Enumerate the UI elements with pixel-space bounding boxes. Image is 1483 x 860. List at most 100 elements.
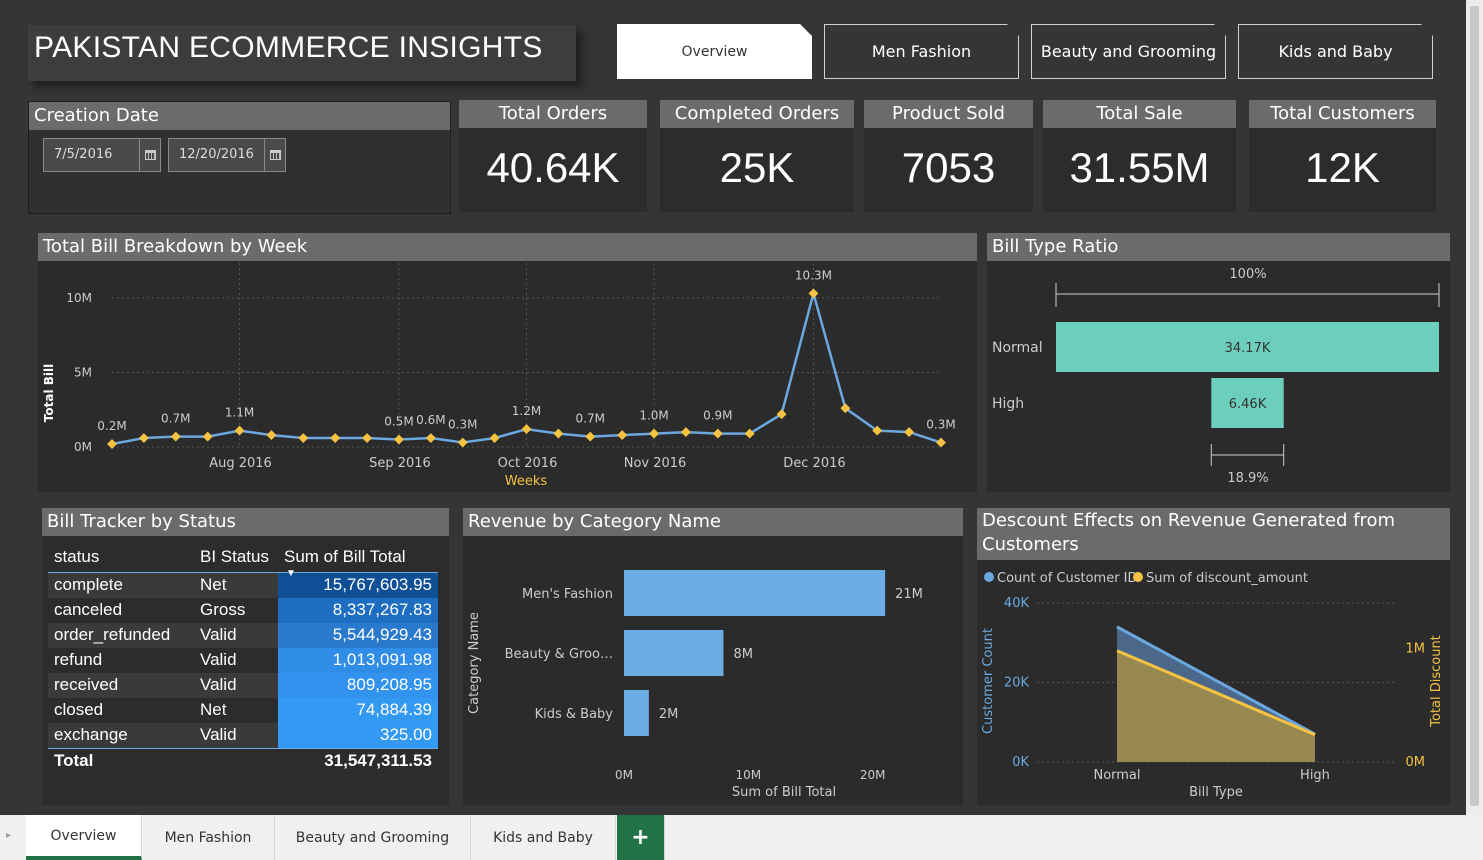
y-tick-label: 10M: [66, 291, 92, 305]
data-point: [170, 431, 181, 442]
scrollbar-thumb[interactable]: [1470, 6, 1479, 806]
sheet-tab-overview[interactable]: Overview: [26, 815, 142, 860]
column-header-status[interactable]: status: [48, 542, 194, 572]
x-tick-label: Dec 2016: [783, 456, 845, 471]
bill-total-cell: 15,767,603.95: [278, 572, 438, 598]
table-row[interactable]: received Valid 809,208.95: [48, 672, 438, 698]
data-label: 0.6M: [416, 413, 445, 427]
y2-axis-title: Total Discount: [1429, 635, 1444, 728]
y-tick-label: 40K: [1004, 596, 1030, 611]
end-date-input[interactable]: 12/20/2016: [168, 138, 286, 172]
bill-total-cell: 809,208.95: [278, 672, 438, 698]
bar-value-label: 21M: [895, 587, 923, 602]
y-axis-title: Customer Count: [981, 628, 996, 734]
bill-type-ratio-svg: 100% 18.9% 34.17K Normal 6.46K High: [992, 267, 1440, 486]
kpi-card-completed-orders: Completed Orders 25K: [660, 100, 854, 212]
table-row[interactable]: closed Net 74,884.39: [48, 697, 438, 723]
kpi-value: 40.64K: [486, 144, 620, 191]
nav-men-fashion-button[interactable]: Men Fashion: [824, 24, 1019, 79]
column-header-sum-bill-total[interactable]: Sum of Bill Total ▼: [278, 542, 438, 579]
add-sheet-button[interactable]: +: [617, 815, 665, 860]
bar-value-label: 2M: [659, 707, 679, 722]
category-bar: [624, 630, 724, 676]
legend-label: Sum of discount_amount: [1146, 571, 1308, 586]
data-label: 10.3M: [795, 268, 832, 282]
status-cell: canceled: [54, 600, 123, 619]
scroll-left-icon[interactable]: ▸: [6, 830, 11, 841]
data-point: [266, 430, 277, 441]
data-label: 0.3M: [926, 418, 955, 432]
x-tick-label: Sep 2016: [369, 456, 431, 471]
category-label: Normal: [992, 340, 1043, 356]
x-tick-label: 0M: [615, 768, 633, 782]
discount-effects-svg: Count of Customer ID Sum of discount_amo…: [981, 571, 1444, 800]
calendar-icon[interactable]: [264, 139, 285, 171]
data-point: [457, 437, 468, 448]
end-date-value: 12/20/2016: [179, 147, 254, 162]
bi-status-cell: Net: [200, 700, 227, 719]
calendar-icon[interactable]: [139, 139, 160, 171]
ratio-bottom-label: 18.9%: [1227, 471, 1268, 486]
status-cell: complete: [54, 575, 123, 594]
report-canvas: PAKISTAN ECOMMERCE INSIGHTS Overview Men…: [0, 0, 1466, 815]
status-cell: refund: [54, 650, 103, 669]
table-row[interactable]: complete Net 15,767,603.95: [48, 572, 438, 598]
sort-descending-icon: ▼: [286, 567, 296, 579]
sheet-tab-beauty-grooming[interactable]: Beauty and Grooming: [275, 815, 471, 860]
table-row[interactable]: refund Valid 1,013,091.98: [48, 647, 438, 673]
y-tick-label: 0K: [1012, 755, 1029, 770]
y2-tick-label: 1M: [1406, 641, 1426, 656]
data-point: [362, 433, 373, 444]
kpi-card-product-sold: Product Sold 7053: [864, 100, 1033, 212]
data-point: [107, 439, 117, 449]
category-label: Kids & Baby: [535, 707, 614, 722]
bar-value-label: 6.46K: [1229, 397, 1267, 412]
discount-effects-chart: Descount Effects on Revenue Generated fr…: [977, 508, 1450, 805]
revenue-by-category-chart: Revenue by Category Name Category Name S…: [463, 508, 963, 805]
data-label: 1.2M: [512, 404, 541, 418]
report-title: PAKISTAN ECOMMERCE INSIGHTS: [34, 31, 543, 64]
bill-tracker-table: Bill Tracker by Status status BI Status …: [42, 508, 449, 805]
kpi-value: 7053: [901, 144, 996, 191]
x-tick-label: 20M: [860, 768, 886, 782]
x-tick-label: Aug 2016: [209, 456, 272, 471]
revenue-by-category-svg: Category Name Sum of Bill Total 0M 10M 20M…: [467, 570, 923, 800]
table-row[interactable]: exchange Valid 325.00: [48, 722, 438, 748]
data-point: [649, 428, 659, 439]
sheet-tab-kids-baby[interactable]: Kids and Baby: [471, 815, 616, 860]
nav-overview-button[interactable]: Overview: [617, 24, 812, 79]
data-label: 0.3M: [448, 418, 477, 432]
x-tick-label: 10M: [736, 768, 762, 782]
category-label: Beauty & Groo…: [505, 647, 613, 662]
discount-area: [1117, 650, 1315, 762]
vertical-scrollbar[interactable]: [1466, 0, 1483, 815]
table-row[interactable]: order_refunded Valid 5,544,929.43: [48, 622, 438, 648]
kpi-label: Total Sale: [1043, 100, 1236, 128]
total-label: Total: [54, 751, 94, 770]
data-point: [202, 431, 213, 442]
kpi-label: Total Orders: [459, 100, 647, 128]
kpi-label: Completed Orders: [660, 100, 854, 128]
bi-status-cell: Net: [200, 575, 227, 594]
y-axis-title: Category Name: [467, 612, 482, 714]
nav-kids-baby-button[interactable]: Kids and Baby: [1238, 24, 1433, 79]
column-header-bi-status[interactable]: BI Status: [194, 542, 278, 572]
kpi-value: 25K: [719, 144, 795, 191]
data-label: 1.0M: [639, 409, 668, 423]
data-point: [617, 430, 628, 441]
bi-status-cell: Gross: [200, 600, 246, 619]
sheet-tab-bar: ▸ Overview Men Fashion Beauty and Groomi…: [0, 815, 1483, 860]
bar-value-label: 34.17K: [1225, 341, 1271, 356]
table-row[interactable]: canceled Gross 8,337,267.83: [48, 597, 438, 623]
nav-beauty-grooming-button[interactable]: Beauty and Grooming: [1031, 24, 1226, 79]
total-value: 31,547,311.53: [324, 751, 432, 770]
data-point: [680, 427, 691, 438]
legend-label: Count of Customer ID: [997, 571, 1138, 586]
data-point: [936, 437, 946, 448]
sheet-tab-men-fashion[interactable]: Men Fashion: [142, 815, 275, 860]
status-cell: order_refunded: [54, 625, 171, 644]
date-slicer-title: Creation Date: [29, 102, 450, 130]
start-date-input[interactable]: 7/5/2016: [43, 138, 161, 172]
data-point: [553, 428, 564, 439]
data-point: [585, 431, 596, 442]
